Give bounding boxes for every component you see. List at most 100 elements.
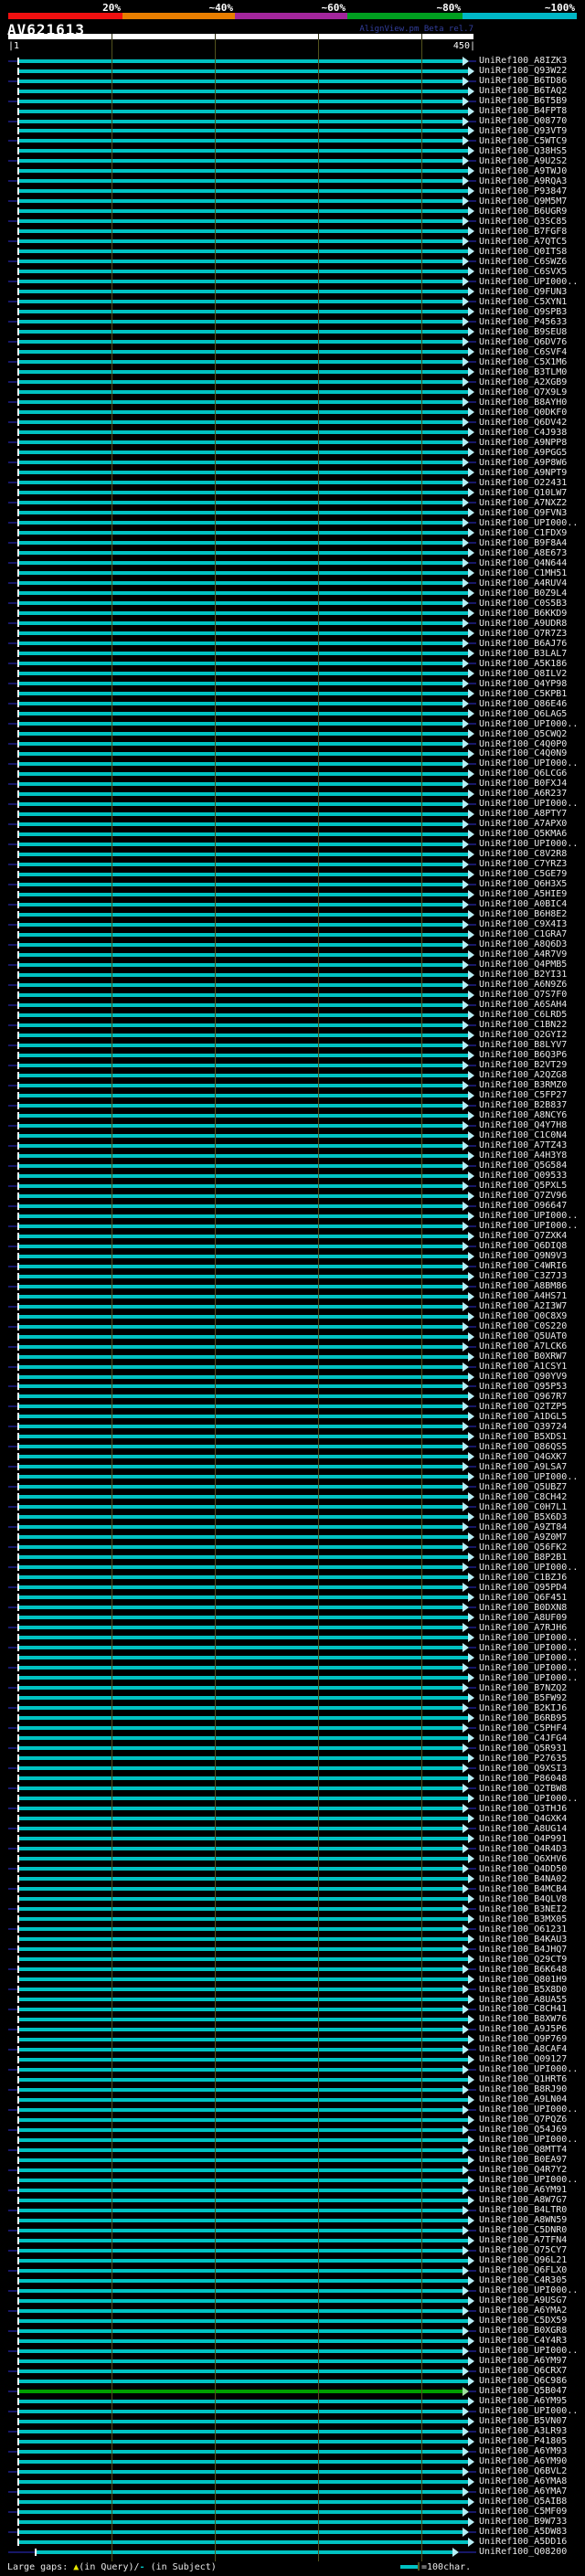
hit-label[interactable]: UniRef100_Q4YP98 <box>479 679 567 689</box>
hit-bar[interactable] <box>19 1626 463 1630</box>
hit-bar[interactable] <box>19 732 468 736</box>
alignment-row[interactable]: UniRef100_Q6DV76 <box>0 337 585 347</box>
hit-label[interactable]: UniRef100_C6SVX5 <box>479 267 567 277</box>
hit-bar[interactable] <box>19 380 463 385</box>
hit-bar[interactable] <box>19 1123 463 1128</box>
hit-label[interactable]: UniRef100_UPI000.. <box>479 1211 578 1221</box>
hit-label[interactable]: UniRef100_UPI000.. <box>479 1643 578 1653</box>
hit-bar[interactable] <box>19 149 468 154</box>
hit-bar[interactable] <box>19 1143 463 1148</box>
hit-bar[interactable] <box>19 842 463 846</box>
hit-bar[interactable] <box>19 1867 463 1871</box>
hit-label[interactable]: UniRef100_B3NEI2 <box>479 1904 567 1914</box>
alignment-row[interactable]: UniRef100_B5VN07 <box>0 2416 585 2426</box>
alignment-row[interactable]: UniRef100_O61231 <box>0 1924 585 1935</box>
hit-bar[interactable] <box>19 1093 468 1097</box>
hit-label[interactable]: UniRef100_C4Q0P0 <box>479 739 567 749</box>
alignment-row[interactable]: UniRef100_Q2TBW8 <box>0 1784 585 1794</box>
alignment-row[interactable]: UniRef100_Q9SPB3 <box>0 307 585 317</box>
hit-bar[interactable] <box>19 270 468 274</box>
hit-label[interactable]: UniRef100_C5DNR0 <box>479 2225 567 2235</box>
hit-label[interactable]: UniRef100_C4Q0N9 <box>479 748 567 758</box>
hit-label[interactable]: UniRef100_B5X6D3 <box>479 1512 567 1522</box>
hit-bar[interactable] <box>19 2198 468 2202</box>
hit-label[interactable]: UniRef100_B0DXN8 <box>479 1603 567 1613</box>
alignment-row[interactable]: UniRef100_Q90YV9 <box>0 1372 585 1382</box>
alignment-row[interactable]: UniRef100_A4RUV4 <box>0 578 585 588</box>
hit-bar[interactable] <box>19 1988 463 1991</box>
hit-bar[interactable] <box>19 159 463 164</box>
hit-label[interactable]: UniRef100_UPI000.. <box>479 1563 578 1573</box>
alignment-row[interactable]: UniRef100_B6AJ76 <box>0 639 585 649</box>
hit-bar[interactable] <box>19 1254 468 1258</box>
hit-bar[interactable] <box>19 69 468 73</box>
hit-bar[interactable] <box>19 1505 463 1510</box>
hit-bar[interactable] <box>19 370 468 375</box>
alignment-row[interactable]: UniRef100_UPI000.. <box>0 1221 585 1231</box>
hit-label[interactable]: UniRef100_C5MF09 <box>479 2507 567 2517</box>
hit-bar[interactable] <box>19 360 463 365</box>
hit-bar[interactable] <box>19 1012 468 1017</box>
alignment-row[interactable]: UniRef100_Q4GXK7 <box>0 1452 585 1462</box>
hit-label[interactable]: UniRef100_B8AYH0 <box>479 398 567 408</box>
hit-bar[interactable] <box>19 751 468 756</box>
alignment-row[interactable]: UniRef100_A7TZ43 <box>0 1140 585 1150</box>
hit-bar[interactable] <box>19 2258 468 2263</box>
hit-label[interactable]: UniRef100_P45633 <box>479 317 567 327</box>
alignment-row[interactable]: UniRef100_B6T5B9 <box>0 96 585 106</box>
alignment-row[interactable]: UniRef100_C5PHF4 <box>0 1723 585 1733</box>
hit-label[interactable]: UniRef100_C4R305 <box>479 2275 567 2285</box>
hit-label[interactable]: UniRef100_UPI000.. <box>479 2104 578 2115</box>
hit-bar[interactable] <box>19 1616 468 1620</box>
alignment-row[interactable]: UniRef100_B4NA02 <box>0 1874 585 1884</box>
alignment-row[interactable]: UniRef100_Q5B047 <box>0 2386 585 2396</box>
hit-label[interactable]: UniRef100_A6YMA2 <box>479 2306 567 2316</box>
alignment-row[interactable]: UniRef100_UPI000.. <box>0 1211 585 1221</box>
hit-label[interactable]: UniRef100_A5HIE9 <box>479 889 567 899</box>
alignment-row[interactable]: UniRef100_C5KPB1 <box>0 689 585 699</box>
hit-label[interactable]: UniRef100_C4WRI6 <box>479 1261 567 1271</box>
hit-label[interactable]: UniRef100_Q6FLX0 <box>479 2265 567 2275</box>
alignment-row[interactable]: UniRef100_A4R7V9 <box>0 949 585 959</box>
hit-label[interactable]: UniRef100_Q38HS5 <box>479 146 567 156</box>
hit-label[interactable]: UniRef100_Q86E46 <box>479 699 567 709</box>
hit-bar[interactable] <box>19 219 463 224</box>
alignment-row[interactable]: UniRef100_A9LN04 <box>0 2094 585 2104</box>
hit-label[interactable]: UniRef100_A8PTY7 <box>479 809 567 819</box>
alignment-row[interactable]: UniRef100_A8W7G7 <box>0 2195 585 2205</box>
hit-bar[interactable] <box>19 1636 468 1640</box>
hit-label[interactable]: UniRef100_B6AJ76 <box>479 639 567 649</box>
alignment-row[interactable]: UniRef100_Q08770 <box>0 116 585 126</box>
alignment-row[interactable]: UniRef100_C5X1M6 <box>0 357 585 367</box>
alignment-row[interactable]: UniRef100_B9F8A4 <box>0 538 585 548</box>
hit-bar[interactable] <box>19 1656 468 1660</box>
hit-bar[interactable] <box>19 2479 468 2484</box>
hit-label[interactable]: UniRef100_A9PGG5 <box>479 448 567 458</box>
hit-label[interactable]: UniRef100_Q5AIB8 <box>479 2496 567 2507</box>
hit-label[interactable]: UniRef100_Q5UAT0 <box>479 1331 567 1341</box>
alignment-row[interactable]: UniRef100_B2YI31 <box>0 970 585 980</box>
hit-label[interactable]: UniRef100_Q4PMB5 <box>479 959 567 970</box>
hit-bar[interactable] <box>19 2097 468 2102</box>
alignment-row[interactable]: UniRef100_A5DD16 <box>0 2537 585 2547</box>
alignment-row[interactable]: UniRef100_A6R237 <box>0 789 585 799</box>
hit-label[interactable]: UniRef100_C0S220 <box>479 1321 567 1331</box>
hit-bar[interactable] <box>19 2017 468 2021</box>
hit-label[interactable]: UniRef100_Q8ILV2 <box>479 669 567 679</box>
alignment-row[interactable]: UniRef100_UPI000.. <box>0 1794 585 1804</box>
hit-bar[interactable] <box>19 1435 468 1439</box>
hit-label[interactable]: UniRef100_C5FP27 <box>479 1090 567 1100</box>
hit-bar[interactable] <box>19 2117 468 2122</box>
hit-label[interactable]: UniRef100_Q9N9V3 <box>479 1251 567 1261</box>
alignment-row[interactable]: UniRef100_A9TWJ0 <box>0 166 585 176</box>
hit-label[interactable]: UniRef100_A6YMA7 <box>479 2486 567 2496</box>
alignment-row[interactable]: UniRef100_A8UA55 <box>0 1995 585 2005</box>
hit-label[interactable]: UniRef100_A9Z0M7 <box>479 1532 567 1542</box>
hit-bar[interactable] <box>19 1294 468 1299</box>
alignment-row[interactable]: UniRef100_Q9FVN3 <box>0 508 585 518</box>
hit-label[interactable]: UniRef100_Q8MTT4 <box>479 2145 567 2155</box>
hit-label[interactable]: UniRef100_Q4R7Y2 <box>479 2165 567 2175</box>
hit-label[interactable]: UniRef100_UPI000.. <box>479 1673 578 1683</box>
hit-bar[interactable] <box>19 1877 468 1882</box>
hit-bar[interactable] <box>19 1545 463 1550</box>
